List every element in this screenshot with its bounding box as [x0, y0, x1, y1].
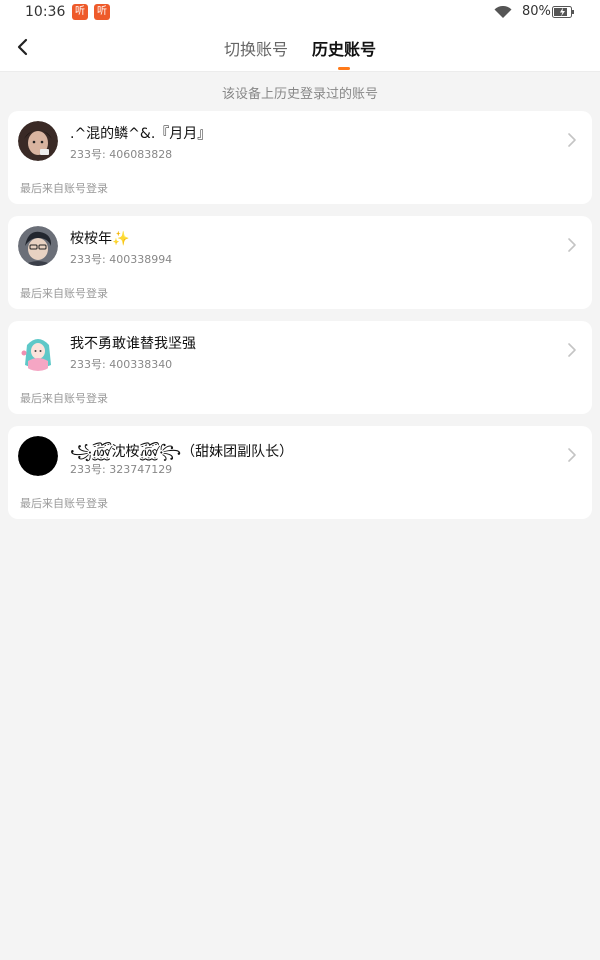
last-login-hint: 最后来自账号登录 — [20, 497, 108, 510]
account-id: 233号: 400338994 — [70, 253, 173, 266]
battery-percent: 80% — [522, 4, 551, 19]
account-id: 233号: 406083828 — [70, 148, 173, 161]
account-nickname: 桉桉年✨ — [70, 231, 130, 247]
battery-charging-icon — [552, 6, 574, 18]
avatar — [18, 226, 58, 266]
account-card[interactable]: 我不勇敢谁替我坚强 233号: 400338340 最后来自账号登录 — [8, 321, 592, 414]
account-card[interactable]: ꧁꫞沈桉꫞꧂（甜妹团副队长） 233号: 323747129 最后来自账号登录 — [8, 426, 592, 519]
last-login-hint: 最后来自账号登录 — [20, 287, 108, 300]
chevron-right-icon — [568, 448, 576, 462]
chevron-right-icon — [568, 133, 576, 147]
wifi-icon — [494, 6, 512, 18]
last-login-hint: 最后来自账号登录 — [20, 182, 108, 195]
chevron-right-icon — [568, 238, 576, 252]
chevron-right-icon — [568, 343, 576, 357]
status-bar: 10:36 听 听 80% — [0, 0, 600, 24]
account-id: 233号: 400338340 — [70, 358, 173, 371]
account-nickname: .^混的鳞^&.『月月』 — [70, 126, 212, 142]
page-subtitle: 该设备上历史登录过的账号 — [221, 87, 378, 102]
active-tab-indicator — [338, 67, 350, 70]
last-login-hint: 最后来自账号登录 — [20, 392, 108, 405]
avatar — [18, 121, 58, 161]
account-nickname: 我不勇敢谁替我坚强 — [70, 336, 196, 352]
notification-app-icon: 听 — [94, 4, 110, 20]
avatar — [18, 331, 58, 371]
status-time: 10:36 — [25, 4, 66, 20]
avatar — [18, 436, 58, 476]
chevron-left-icon[interactable] — [12, 36, 34, 58]
notification-app-icon: 听 — [72, 4, 88, 20]
tab-switch-account[interactable]: 切换账号 — [224, 36, 288, 60]
tab-history-account[interactable]: 历史账号 — [312, 36, 376, 60]
nav-bar: 切换账号 历史账号 — [0, 24, 600, 72]
account-id: 233号: 323747129 — [70, 463, 173, 476]
account-card[interactable]: .^混的鳞^&.『月月』 233号: 406083828 最后来自账号登录 — [8, 111, 592, 204]
account-card[interactable]: 桉桉年✨ 233号: 400338994 最后来自账号登录 — [8, 216, 592, 309]
